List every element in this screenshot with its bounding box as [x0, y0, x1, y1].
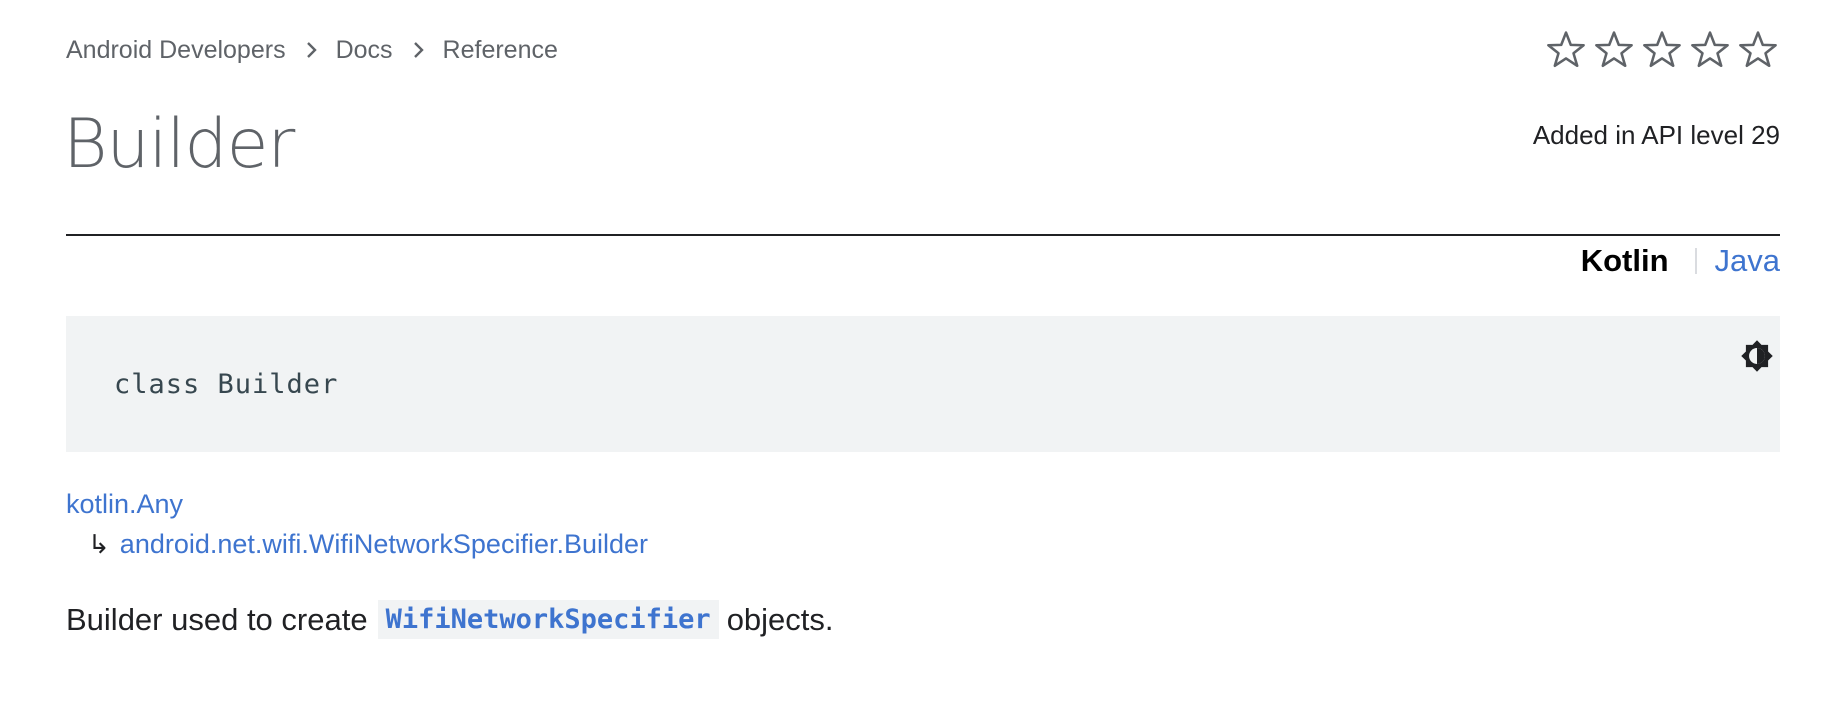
class-signature: class Builder: [114, 369, 339, 400]
inheritance-child-row: ↳ android.net.wifi.WifiNetworkSpecifier.…: [88, 529, 648, 560]
star-icon-5[interactable]: [1736, 28, 1780, 72]
star-icon-2[interactable]: [1592, 28, 1636, 72]
description-prefix: Builder used to create: [66, 601, 368, 637]
chevron-right-icon: [304, 40, 320, 60]
wifi-network-specifier-link[interactable]: WifiNetworkSpecifier: [377, 600, 719, 639]
star-icon-1[interactable]: [1544, 28, 1588, 72]
star-icon-3[interactable]: [1640, 28, 1684, 72]
breadcrumb-docs[interactable]: Docs: [336, 36, 393, 65]
title-divider: [66, 234, 1780, 236]
subclass-arrow-icon: ↳: [88, 529, 110, 560]
description-suffix: objects.: [726, 601, 834, 637]
page: Android Developers Docs Reference Builde…: [63, 0, 1780, 720]
brightness-icon[interactable]: [1739, 338, 1775, 374]
language-divider: [1694, 248, 1697, 274]
page-rating: [1544, 28, 1780, 72]
inheritance-child-link[interactable]: android.net.wifi.WifiNetworkSpecifier.Bu…: [120, 529, 648, 560]
breadcrumb-reference[interactable]: Reference: [443, 36, 558, 65]
breadcrumb: Android Developers Docs Reference: [66, 33, 558, 67]
page-title: Builder: [63, 105, 295, 184]
api-level-label: Added in API level 29: [1532, 120, 1780, 150]
star-icon-4[interactable]: [1688, 28, 1732, 72]
language-switcher: Kotlin Java: [1581, 241, 1780, 281]
breadcrumb-android-developers[interactable]: Android Developers: [66, 36, 286, 65]
class-signature-code-block: class Builder: [66, 316, 1780, 452]
tab-java[interactable]: Java: [1715, 243, 1780, 279]
inheritance-root-link[interactable]: kotlin.Any: [66, 489, 183, 520]
chevron-right-icon: [411, 40, 427, 60]
tab-kotlin[interactable]: Kotlin: [1581, 243, 1669, 279]
class-description: Builder used to create WifiNetworkSpecif…: [66, 600, 834, 639]
